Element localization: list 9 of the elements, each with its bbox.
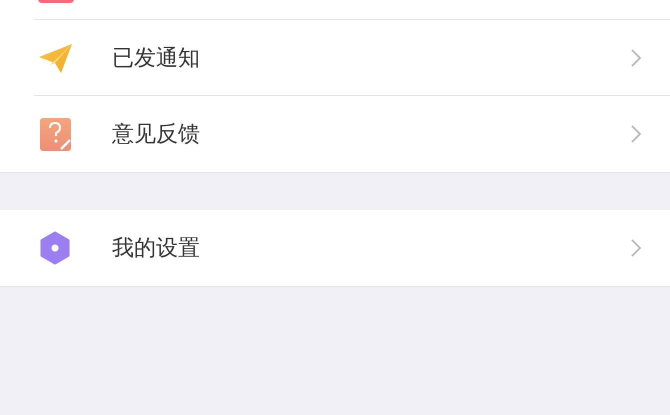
chevron-icon	[631, 239, 641, 257]
chevron-icon	[631, 48, 641, 66]
menu-item[interactable]: 意见反馈	[34, 96, 670, 172]
menu-label: 我的设置	[112, 235, 201, 263]
feedback-note-icon	[37, 116, 73, 152]
menu-label: 已发通知	[112, 44, 201, 72]
chevron-icon	[631, 125, 641, 143]
menu-label: 意见反馈	[112, 121, 201, 149]
menu-item[interactable]: 已发通知	[34, 20, 670, 96]
